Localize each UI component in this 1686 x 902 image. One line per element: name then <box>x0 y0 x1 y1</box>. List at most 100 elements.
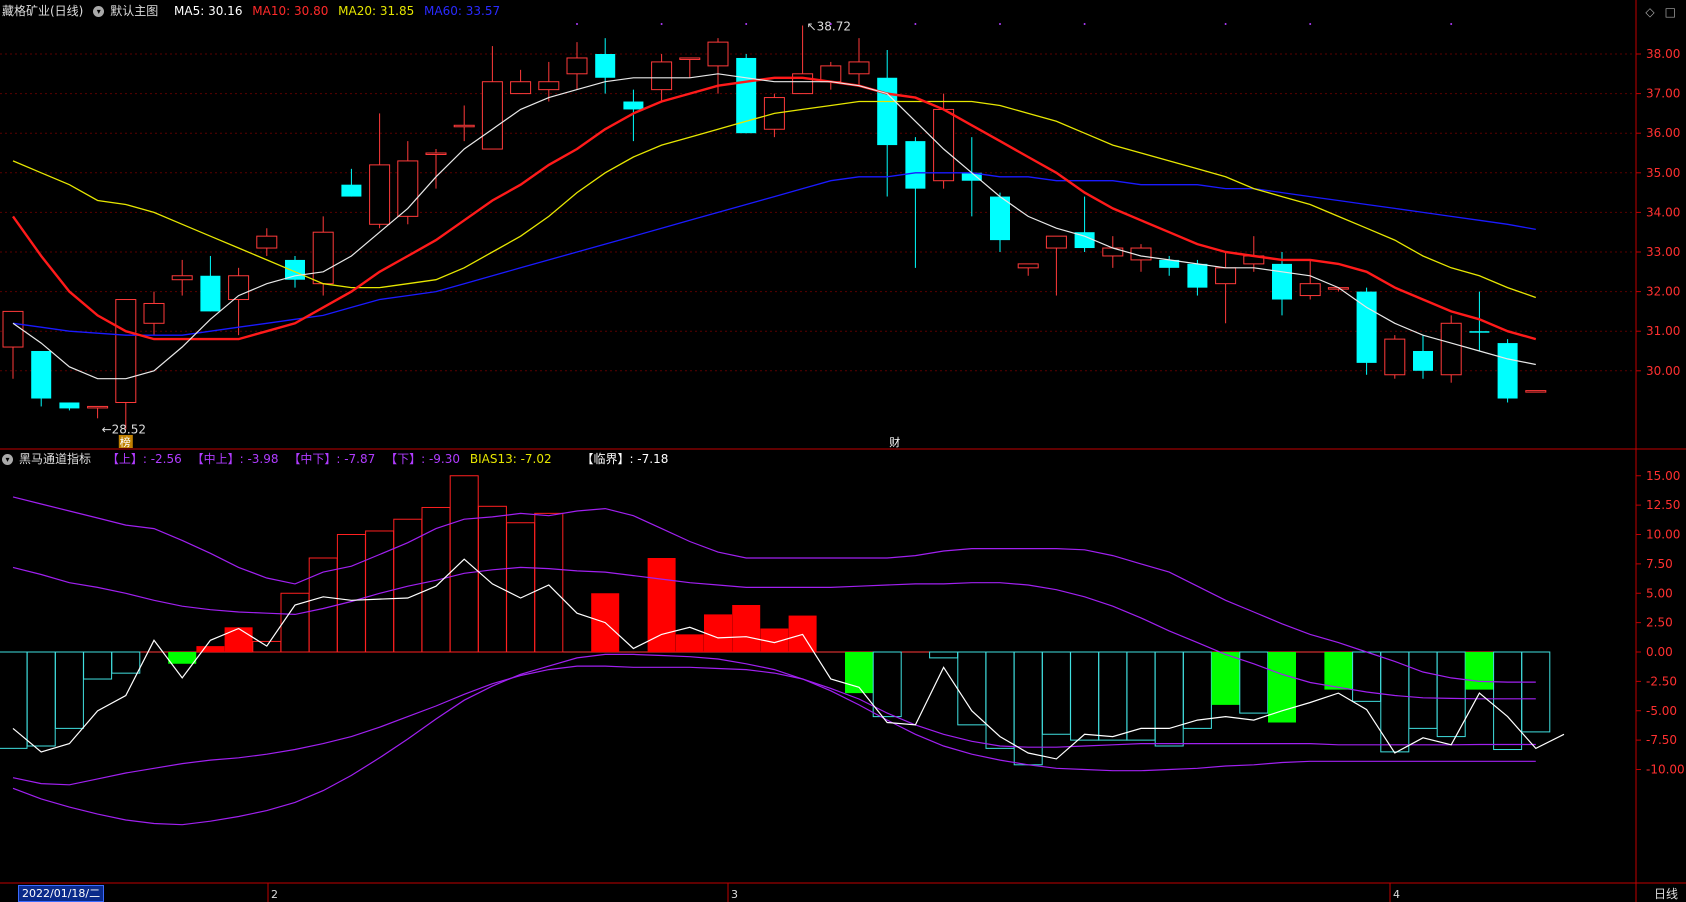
month-tick-label: 3 <box>731 888 738 901</box>
bias-bar-red <box>647 558 676 652</box>
channel-mid-lower-line <box>12 665 1536 786</box>
badge-label: 财 <box>889 435 900 449</box>
ma60-label: MA60: 33.57 <box>424 4 501 18</box>
candle-body-up <box>1525 390 1547 393</box>
bias-bar-green <box>1268 652 1296 723</box>
candle-body-down <box>877 77 898 146</box>
square-icon[interactable]: □ <box>1665 5 1676 19</box>
price-tick-label: 34.00 <box>1646 205 1680 219</box>
mid-upper-value: 【中上】: -3.98 <box>191 452 279 466</box>
bias-bar-outline-cyan <box>929 651 959 659</box>
ma20-label: MA20: 31.85 <box>338 4 415 18</box>
signal-marker <box>1450 23 1453 25</box>
chevron-down-icon[interactable]: ▾ <box>2 454 13 465</box>
bias-bar-outline-red <box>449 475 479 653</box>
bias-bar-outline-cyan <box>1182 651 1212 729</box>
candle-body-down <box>595 54 616 78</box>
bias-bar-outline-cyan <box>111 651 141 674</box>
candle-body-up <box>538 81 560 91</box>
signal-marker <box>576 23 578 25</box>
bias-bar-outline-red <box>336 534 366 653</box>
signal-marker <box>999 23 1001 25</box>
candle-body-down <box>623 101 644 110</box>
channel-upper-line <box>12 496 1536 683</box>
candle-body-up <box>1215 267 1237 285</box>
candle-body-up <box>848 61 870 75</box>
candle-body-up <box>707 41 729 67</box>
candle-body-up <box>453 124 475 128</box>
indicator-tick-label: 10.00 <box>1646 528 1680 542</box>
critical-value: 【临界】: -7.18 <box>581 452 669 466</box>
price-tick-label: 37.00 <box>1646 87 1680 101</box>
main-chart-header: 藏格矿业(日线) ▾ 默认主图 MA5: 30.16 MA10: 30.80 MA… <box>2 2 506 20</box>
bias-bar-outline-cyan <box>1126 651 1156 741</box>
upper-value: 【上】: -2.56 <box>106 452 182 466</box>
candle-body-down <box>1187 263 1208 288</box>
period-label[interactable]: 日线 <box>1654 885 1678 902</box>
bias-bar-outline-red <box>506 522 536 653</box>
ma60-line <box>12 172 1536 336</box>
high-annotation: ↖38.72 <box>807 19 851 33</box>
bias-bar-green <box>1465 652 1494 690</box>
indicator-toggle[interactable]: ▾ 黑马通道指标 <box>2 452 97 466</box>
candle-body-up <box>115 299 137 403</box>
bias-bar-green <box>1324 652 1353 690</box>
candle-body-down <box>59 402 80 409</box>
stock-title: 藏格矿业(日线) <box>2 4 84 18</box>
price-tick-label: 30.00 <box>1646 364 1680 378</box>
bias-bar-green <box>1211 652 1240 705</box>
bias-bar-outline-cyan <box>1352 651 1382 702</box>
top-right-icons: ◇ □ <box>1635 5 1676 19</box>
bias-bar-outline-cyan <box>957 651 987 726</box>
bias-bar-outline-cyan <box>872 651 902 718</box>
bias-bar-outline-cyan <box>1521 651 1551 733</box>
indicator-tick-label: 2.50 <box>1646 616 1673 630</box>
bias13-value: BIAS13: -7.02 <box>469 452 552 466</box>
candle-body-up <box>933 108 955 182</box>
price-tick-label: 32.00 <box>1646 285 1680 299</box>
price-tick-label: 38.00 <box>1646 47 1680 61</box>
bias-bar-outline-cyan <box>26 651 56 747</box>
main-chart-toggle[interactable]: ▾ 默认主图 <box>93 4 164 18</box>
ma10-label: MA10: 30.80 <box>252 4 329 18</box>
diamond-icon[interactable]: ◇ <box>1645 5 1654 19</box>
candle-body-up <box>1102 247 1124 257</box>
price-tick-label: 33.00 <box>1646 245 1680 259</box>
bias-bar-outline-cyan <box>1436 651 1466 738</box>
candle-body-down <box>905 141 926 189</box>
indicator-tick-label: -10.00 <box>1646 763 1685 777</box>
candle-body-up <box>679 57 701 60</box>
signal-marker <box>1309 23 1312 25</box>
bias-bar-outline-cyan <box>54 651 84 729</box>
bias-bar-red <box>732 605 761 652</box>
cursor-date: 2022/01/18/二 <box>18 885 105 902</box>
candle-body-down <box>31 351 52 399</box>
lower-value: 【下】: -9.30 <box>385 452 461 466</box>
badge-label: 榜 <box>120 435 131 449</box>
price-tick-label: 31.00 <box>1646 324 1680 338</box>
candle-body-down <box>1272 263 1292 300</box>
bias-bar-outline-cyan <box>1041 651 1071 735</box>
chevron-down-icon[interactable]: ▾ <box>93 6 105 17</box>
low-annotation: ←28.52 <box>102 422 146 436</box>
candle-body-up <box>1440 322 1462 376</box>
candle-body-down <box>990 196 1010 241</box>
bias-bar-outline-cyan <box>1154 651 1184 747</box>
ma5-label: MA5: 30.16 <box>174 4 243 18</box>
indicator-tick-label: -7.50 <box>1646 733 1677 747</box>
indicator-tick-label: -5.00 <box>1646 704 1677 718</box>
bias-bar-outline-cyan <box>83 651 113 680</box>
bias-bar-outline-cyan <box>1098 651 1128 741</box>
mid-lower-value: 【中下】: -7.87 <box>288 452 376 466</box>
candle-body-up <box>1017 263 1039 269</box>
signal-marker <box>914 23 917 25</box>
candle-body-down <box>285 259 305 280</box>
candle-body-down <box>1469 331 1490 333</box>
candle-body-down <box>1413 351 1433 371</box>
candle-body-up <box>256 235 278 249</box>
candle-body-up <box>425 152 447 155</box>
indicator-tick-label: 0.00 <box>1646 645 1673 659</box>
signal-marker <box>745 23 748 25</box>
bias-bar-red <box>704 614 732 652</box>
indicator-tick-label: 5.00 <box>1646 586 1673 600</box>
